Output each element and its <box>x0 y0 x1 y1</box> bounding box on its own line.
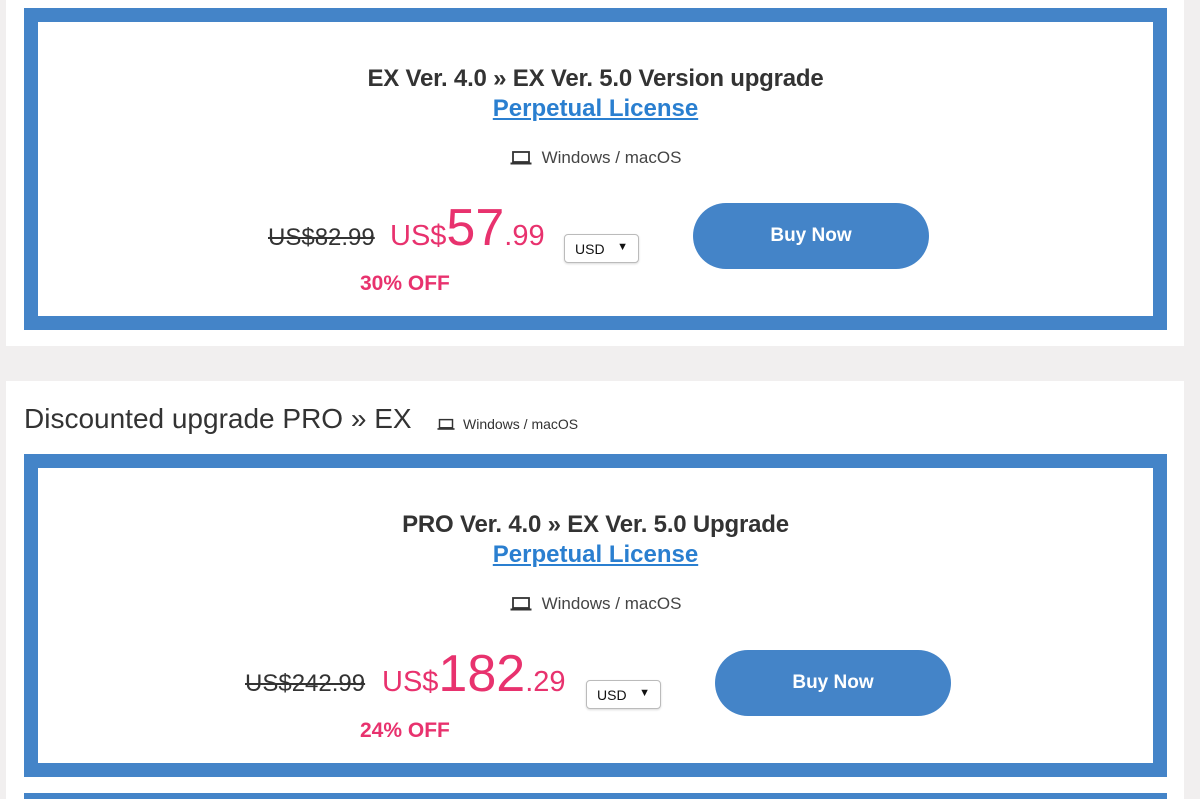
currency-select[interactable]: USD ▼ <box>586 680 661 709</box>
offer-card-1: EX Ver. 4.0 » EX Ver. 5.0 Version upgrad… <box>24 8 1167 330</box>
sale-price-integer: 57 <box>446 199 505 257</box>
sale-currency: US$ <box>382 666 439 698</box>
buy-now-button[interactable]: Buy Now <box>715 650 951 716</box>
buy-now-button[interactable]: Buy Now <box>693 203 929 269</box>
original-price: US$242.99 <box>245 670 366 697</box>
offer-panel-1: EX Ver. 4.0 » EX Ver. 5.0 Version upgrad… <box>6 0 1184 346</box>
sale-price-integer: 182 <box>438 645 526 703</box>
platform-info: Windows / macOS <box>38 594 1153 614</box>
platform-info: Windows / macOS <box>38 148 1153 168</box>
laptop-icon <box>510 151 532 165</box>
offer-title: PRO Ver. 4.0 » EX Ver. 5.0 Upgrade <box>402 511 789 538</box>
platform-label: Windows / macOS <box>541 594 682 613</box>
sale-price-decimal: .99 <box>504 220 545 252</box>
platform-label: Windows / macOS <box>463 416 579 432</box>
caret-down-icon: ▼ <box>617 241 628 253</box>
currency-value: USD <box>575 240 605 257</box>
currency-select[interactable]: USD ▼ <box>564 234 639 263</box>
sale-currency: US$ <box>390 220 447 252</box>
perpetual-license-link[interactable]: Perpetual License <box>493 541 698 568</box>
original-price: US$82.99 <box>268 224 375 251</box>
laptop-icon <box>510 597 532 611</box>
next-card-border <box>24 793 1167 799</box>
offer-card-2: PRO Ver. 4.0 » EX Ver. 5.0 Upgrade Perpe… <box>24 454 1167 777</box>
discount-label: 30% OFF <box>360 272 450 295</box>
price-row: US$82.99 US$57.99 USD ▼ <box>38 202 1153 263</box>
platform-label: Windows / macOS <box>541 148 682 167</box>
price-row: US$242.99 US$182.29 USD ▼ <box>38 648 1153 709</box>
section-heading: Discounted upgrade PRO » EX <box>24 403 412 434</box>
sale-price-decimal: .29 <box>525 666 566 698</box>
sale-price: US$182.29 <box>382 648 566 700</box>
discount-label: 24% OFF <box>360 719 450 742</box>
sale-price: US$57.99 <box>390 202 545 254</box>
perpetual-license-link[interactable]: Perpetual License <box>493 95 698 122</box>
caret-down-icon: ▼ <box>639 687 650 699</box>
offer-title: EX Ver. 4.0 » EX Ver. 5.0 Version upgrad… <box>367 65 824 92</box>
offer-panel-2: Discounted upgrade PRO » EX Windows / ma… <box>6 381 1184 799</box>
currency-value: USD <box>597 686 627 703</box>
section-platform-info: Windows / macOS <box>437 416 578 432</box>
laptop-icon <box>437 418 455 430</box>
